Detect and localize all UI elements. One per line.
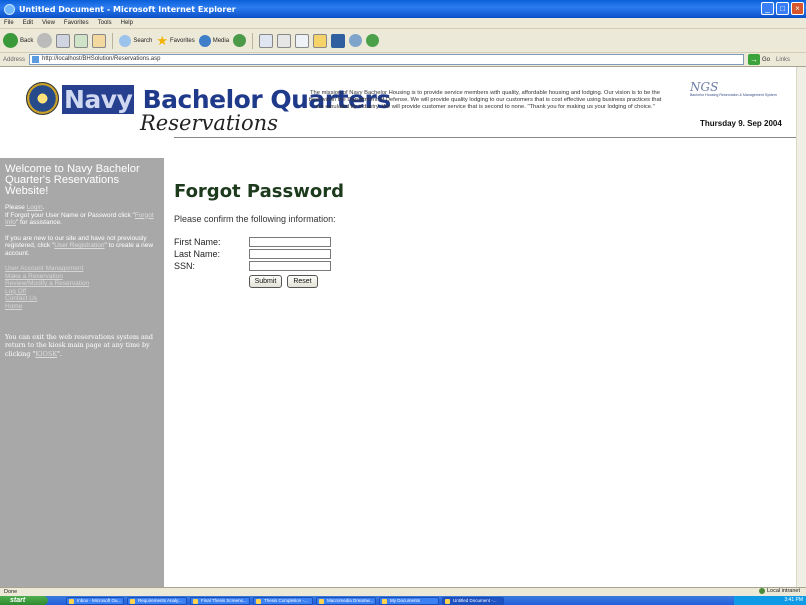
page-icon [32,56,40,63]
forward-button[interactable] [37,33,53,48]
sidebar-kiosk-text: You can exit the web reservations system… [5,332,153,358]
internet-explorer-icon [4,3,15,15]
site-header: Navy Bachelor Quarters Reservations The … [0,67,796,158]
submit-button[interactable]: Submit [249,275,282,288]
history-button[interactable] [233,34,247,47]
discuss-button[interactable] [366,34,380,47]
intranet-icon [758,588,765,594]
back-arrow-icon [3,33,18,48]
sidebar: Welcome to Navy Bachelor Quarter's Reser… [0,158,164,587]
window-title-bar: Untitled Document - Microsoft Internet E… [0,0,806,18]
sidebar-item-make-reservation[interactable]: Make a Reservation [5,273,160,281]
hrs-logo: NGS Bachelor Housing Reservation & Manag… [690,80,777,97]
last-name-label: Last Name: [174,249,221,259]
sidebar-item-review-reservation[interactable]: Review/Modify a Reservation [5,280,160,288]
star-icon: ★ [156,32,169,48]
edit-button[interactable] [295,33,310,48]
site-logo-subtitle: Reservations [140,111,278,135]
vertical-scrollbar[interactable] [796,67,806,587]
navy-seal-logo [26,82,59,115]
home-button[interactable] [92,33,107,48]
menu-favorites[interactable]: Favorites [64,20,89,26]
page-title: Forgot Password [174,181,344,202]
mission-statement: The mission of Navy Bachelor Housing is … [308,90,662,110]
form-instruction: Please confirm the following information… [174,214,336,224]
go-arrow-icon: → [748,54,761,65]
sidebar-welcome: Welcome to Navy Bachelor Quarter's Reser… [5,163,140,197]
window-controls: _ □ × [761,2,804,15]
media-icon [198,34,211,47]
ssn-label: SSN: [174,261,196,271]
menu-edit[interactable]: Edit [23,20,33,26]
close-button[interactable]: × [791,2,804,15]
ssn-field[interactable] [249,261,331,271]
windows-taskbar: start Inbox - Microsoft Ou... Requiremen… [0,596,806,605]
security-zone: Local intranet [758,588,800,594]
folder-button[interactable] [313,33,328,48]
task-inbox[interactable]: Inbox - Microsoft Ou... [66,596,124,605]
sidebar-menu: User Account Management Make a Reservati… [5,265,160,311]
go-button[interactable]: → Go [748,54,770,65]
toolbar-separator [252,32,254,49]
sidebar-login-text: Please Login. If Forgot your User Name o… [5,204,154,226]
minimize-button[interactable]: _ [761,2,774,15]
menu-help[interactable]: Help [121,20,133,26]
sidebar-item-contact-us[interactable]: Contact Us [5,295,160,303]
menu-view[interactable]: View [42,20,55,26]
menu-tools[interactable]: Tools [98,20,112,26]
research-button[interactable] [331,33,346,48]
print-button[interactable] [277,33,292,48]
header-divider [174,137,796,138]
links-label[interactable]: Links [776,57,790,63]
sidebar-register-text: If you are new to our site and have not … [5,234,154,257]
stop-button[interactable] [56,33,71,48]
refresh-button[interactable] [74,33,89,48]
page-viewport: Navy Bachelor Quarters Reservations The … [0,67,796,587]
search-button[interactable]: Search [119,34,152,47]
back-button[interactable]: Back [3,33,33,48]
kiosk-link[interactable]: KIOSK [35,350,57,358]
toolbar-separator [112,32,114,49]
search-icon [119,34,132,47]
user-registration-link[interactable]: User Registration [54,242,104,249]
reset-button[interactable]: Reset [287,275,318,288]
sidebar-item-log-off[interactable]: Log Off [5,288,160,296]
task-requirements[interactable]: Requirements Analy... [127,596,187,605]
address-label: Address [3,56,26,63]
first-name-label: First Name: [174,237,221,247]
task-final-thesis[interactable]: Final Thesis Screens... [190,596,250,605]
sidebar-item-home[interactable]: Home [5,303,160,311]
task-untitled-document[interactable]: Untitled Document -... [442,596,504,605]
task-my-documents[interactable]: My Documents [379,596,439,605]
maximize-button[interactable]: □ [776,2,789,15]
media-button[interactable]: Media [198,34,229,47]
sidebar-item-account-management[interactable]: User Account Management [5,265,160,273]
status-bar: Done Local intranet [0,587,806,596]
window-title: Untitled Document - Microsoft Internet E… [19,4,236,14]
task-dreamweaver[interactable]: Macromedia Dreamw... [316,596,376,605]
current-date: Thursday 9. Sep 2004 [700,119,782,128]
status-text: Done [4,589,18,595]
address-bar: Address http://localhost/BHSolution/Rese… [0,53,806,67]
login-link[interactable]: Login [27,204,43,211]
favorites-button[interactable]: ★ Favorites [156,33,194,49]
messenger-button[interactable] [349,34,363,47]
first-name-field[interactable] [249,237,331,247]
menu-bar: File Edit View Favorites Tools Help [0,18,806,29]
mail-button[interactable] [259,33,274,48]
last-name-field[interactable] [249,249,331,259]
start-button[interactable]: start [0,596,48,605]
menu-file[interactable]: File [4,20,14,26]
browser-toolbar: Back Search ★ Favorites Media [0,29,806,53]
system-tray: 3:41 PM [734,596,806,605]
task-thesis-completion[interactable]: Thesis Completion -... [253,596,313,605]
clock: 3:41 PM [784,597,803,603]
address-input[interactable]: http://localhost/BHSolution/Reservations… [29,54,745,65]
